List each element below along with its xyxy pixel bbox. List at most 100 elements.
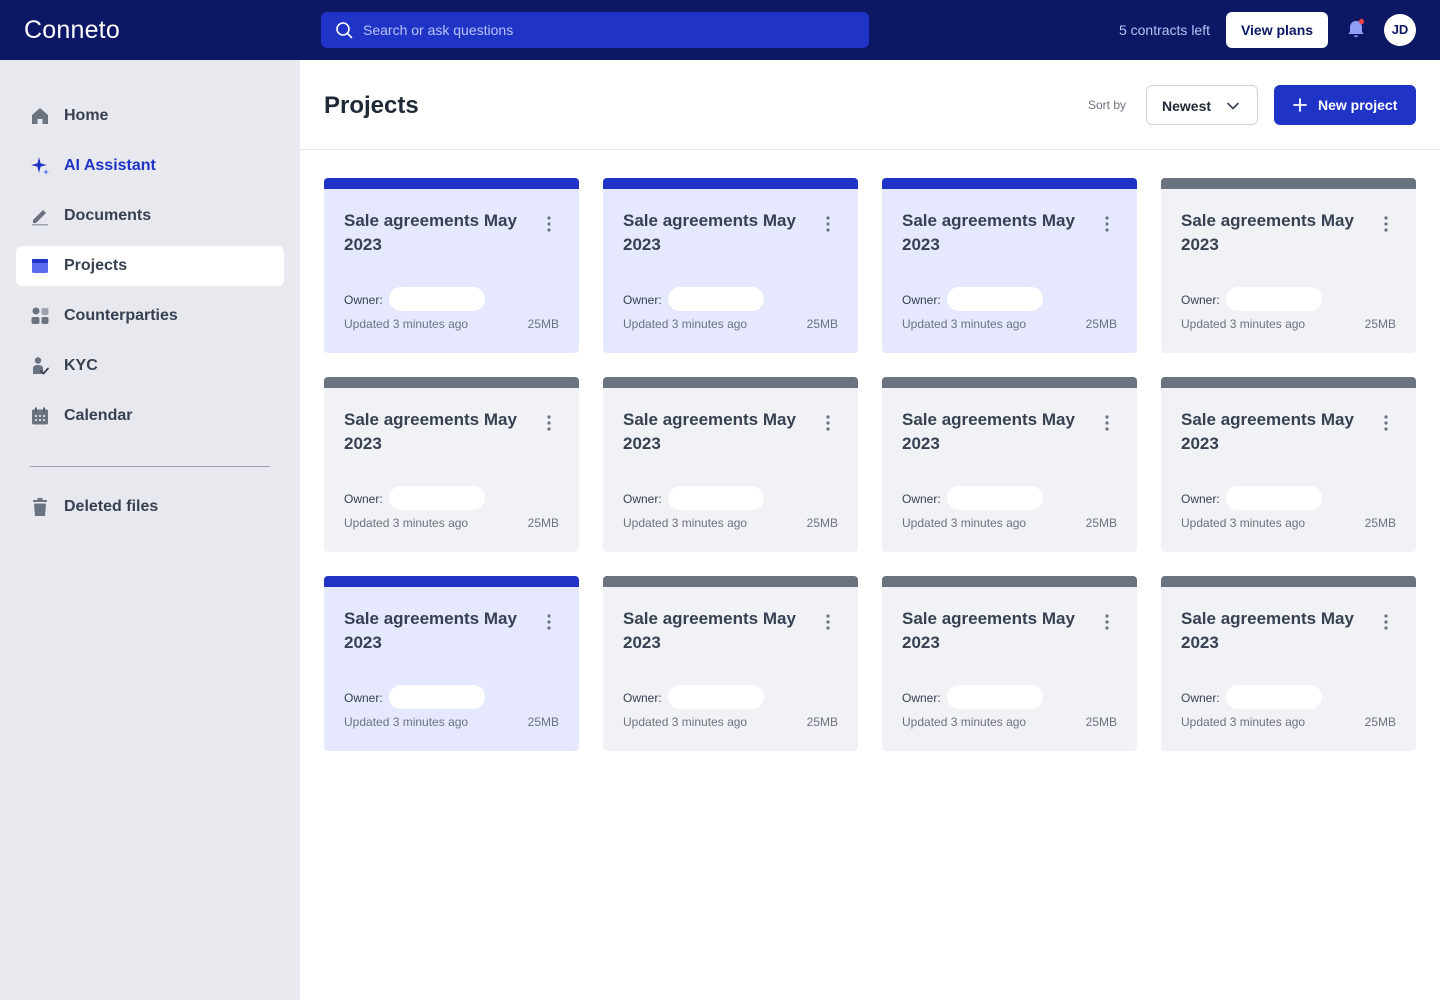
- more-options-icon[interactable]: [1098, 613, 1116, 631]
- sidebar-item-ai-assistant[interactable]: AI Assistant: [16, 146, 284, 186]
- search-input[interactable]: [363, 12, 853, 48]
- sidebar-item-label: Documents: [64, 207, 152, 224]
- project-card[interactable]: Sale agreements May 2023 Owner: Updated …: [324, 178, 579, 353]
- more-options-icon[interactable]: [1377, 414, 1395, 432]
- owner-pill: [668, 685, 764, 709]
- project-card[interactable]: Sale agreements May 2023 Owner: Updated …: [603, 377, 858, 552]
- updated-text: Updated 3 minutes ago: [344, 317, 469, 331]
- card-title: Sale agreements May 2023: [623, 211, 796, 254]
- more-options-icon[interactable]: [819, 215, 837, 233]
- owner-label: Owner:: [902, 691, 941, 705]
- file-size: 25MB: [1085, 317, 1117, 331]
- main-header: Projects Sort by Newest New project: [300, 60, 1440, 150]
- project-card[interactable]: Sale agreements May 2023 Owner: Updated …: [324, 576, 579, 751]
- more-options-icon[interactable]: [1098, 215, 1116, 233]
- card-stripe: [1161, 377, 1416, 388]
- project-card[interactable]: Sale agreements May 2023 Owner: Updated …: [882, 178, 1137, 353]
- notification-dot: [1358, 18, 1365, 25]
- project-card[interactable]: Sale agreements May 2023 Owner: Updated …: [1161, 377, 1416, 552]
- updated-text: Updated 3 minutes ago: [344, 516, 469, 530]
- project-card[interactable]: Sale agreements May 2023 Owner: Updated …: [882, 377, 1137, 552]
- sidebar-item-label: AI Assistant: [64, 157, 156, 174]
- more-options-icon[interactable]: [540, 414, 558, 432]
- owner-label: Owner:: [1181, 492, 1220, 506]
- updated-text: Updated 3 minutes ago: [344, 715, 469, 729]
- updated-text: Updated 3 minutes ago: [623, 715, 748, 729]
- sidebar-item-label: Calendar: [64, 407, 133, 424]
- sidebar-item-label: KYC: [64, 357, 98, 374]
- card-title: Sale agreements May 2023: [902, 211, 1075, 254]
- card-stripe: [882, 178, 1137, 189]
- sort-by-label: Sort by: [1088, 98, 1127, 112]
- sidebar-item-deleted-files[interactable]: Deleted files: [16, 487, 284, 527]
- search-bar[interactable]: [321, 12, 869, 48]
- sidebar: Home AI Assistant Documents Projects Cou…: [0, 60, 300, 1000]
- card-stripe: [882, 377, 1137, 388]
- more-options-icon[interactable]: [540, 215, 558, 233]
- file-size: 25MB: [527, 715, 559, 729]
- sidebar-item-documents[interactable]: Documents: [16, 196, 284, 236]
- project-card[interactable]: Sale agreements May 2023 Owner: Updated …: [603, 576, 858, 751]
- card-stripe: [324, 178, 579, 189]
- project-card[interactable]: Sale agreements May 2023 Owner: Updated …: [603, 178, 858, 353]
- sort-value: Newest: [1162, 98, 1212, 114]
- more-options-icon[interactable]: [819, 414, 837, 432]
- project-card[interactable]: Sale agreements May 2023 Owner: Updated …: [1161, 576, 1416, 751]
- owner-label: Owner:: [623, 492, 662, 506]
- sidebar-item-projects[interactable]: Projects: [16, 246, 284, 286]
- sidebar-item-counterparties[interactable]: Counterparties: [16, 296, 284, 336]
- updated-text: Updated 3 minutes ago: [623, 317, 748, 331]
- more-options-icon[interactable]: [1377, 613, 1395, 631]
- owner-pill: [947, 287, 1043, 311]
- sidebar-item-calendar[interactable]: Calendar: [16, 396, 284, 436]
- card-stripe: [324, 576, 579, 587]
- calendar-icon: [32, 407, 48, 425]
- more-options-icon[interactable]: [1098, 414, 1116, 432]
- sidebar-item-label: Deleted files: [64, 498, 159, 515]
- card-stripe: [882, 576, 1137, 587]
- sidebar-item-kyc[interactable]: KYC: [16, 346, 284, 386]
- owner-pill: [389, 685, 485, 709]
- new-project-button[interactable]: New project: [1274, 85, 1416, 125]
- pen-icon: [32, 210, 48, 226]
- project-card[interactable]: Sale agreements May 2023 Owner: Updated …: [324, 377, 579, 552]
- card-stripe: [1161, 576, 1416, 587]
- owner-pill: [1226, 685, 1322, 709]
- top-bar: Conneto 5 contracts left View plans JD: [0, 0, 1440, 60]
- new-project-label: New project: [1318, 97, 1398, 113]
- bell-icon[interactable]: [1345, 18, 1367, 40]
- file-size: 25MB: [806, 317, 838, 331]
- app-logo[interactable]: Conneto: [24, 15, 120, 45]
- updated-text: Updated 3 minutes ago: [1181, 516, 1306, 530]
- card-stripe: [603, 178, 858, 189]
- more-options-icon[interactable]: [540, 613, 558, 631]
- more-options-icon[interactable]: [819, 613, 837, 631]
- more-options-icon[interactable]: [1377, 215, 1395, 233]
- card-title: Sale agreements May 2023: [623, 410, 796, 453]
- owner-label: Owner:: [902, 492, 941, 506]
- card-title: Sale agreements May 2023: [902, 410, 1075, 453]
- card-stripe: [603, 377, 858, 388]
- sparkle-icon: [31, 157, 49, 175]
- updated-text: Updated 3 minutes ago: [902, 317, 1027, 331]
- project-card[interactable]: Sale agreements May 2023 Owner: Updated …: [882, 576, 1137, 751]
- card-title: Sale agreements May 2023: [344, 211, 517, 254]
- user-avatar[interactable]: JD: [1384, 14, 1416, 46]
- file-size: 25MB: [527, 317, 559, 331]
- owner-label: Owner:: [344, 492, 383, 506]
- trash-icon: [33, 498, 47, 516]
- owner-pill: [389, 287, 485, 311]
- sidebar-item-home[interactable]: Home: [16, 96, 284, 136]
- owner-pill: [1226, 287, 1322, 311]
- plus-icon: [1293, 98, 1307, 112]
- user-check-icon: [33, 357, 49, 375]
- view-plans-button[interactable]: View plans: [1226, 12, 1328, 48]
- owner-label: Owner:: [902, 293, 941, 307]
- project-card[interactable]: Sale agreements May 2023 Owner: Updated …: [1161, 178, 1416, 353]
- folder-icon: [32, 259, 48, 273]
- sort-dropdown[interactable]: Newest: [1146, 85, 1258, 125]
- sidebar-item-label: Home: [64, 107, 109, 124]
- file-size: 25MB: [1085, 715, 1117, 729]
- file-size: 25MB: [806, 715, 838, 729]
- search-icon: [336, 22, 353, 39]
